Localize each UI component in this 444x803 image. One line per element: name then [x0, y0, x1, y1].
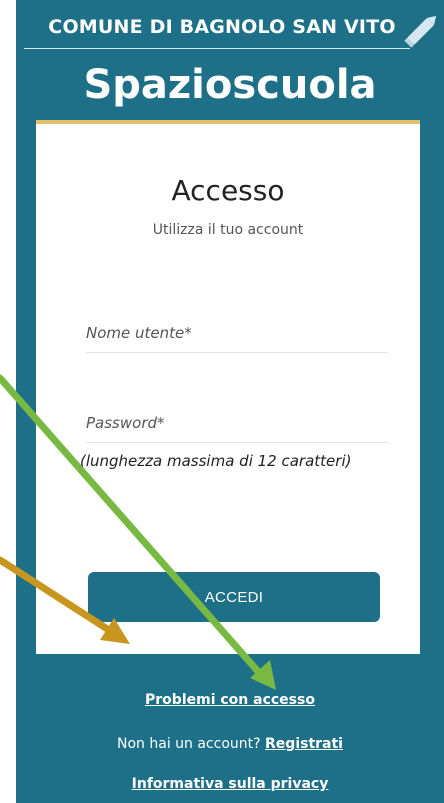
password-hint: (lunghezza massima di 12 caratteri)	[80, 452, 352, 470]
username-placeholder: Nome utente*	[86, 324, 192, 342]
privacy-link[interactable]: Informativa sulla privacy	[132, 776, 329, 792]
privacy-link-row: Informativa sulla privacy	[16, 776, 444, 792]
password-placeholder: Password*	[86, 414, 165, 432]
login-panel: COMUNE DI BAGNOLO SAN VITO Spazioscuola …	[16, 0, 444, 803]
brand-title: Spazioscuola	[83, 62, 377, 108]
problems-link[interactable]: Problemi con accesso	[145, 692, 315, 708]
login-card: Accesso Utilizza il tuo account Nome ute…	[36, 120, 420, 654]
username-field[interactable]: Nome utente*	[86, 318, 388, 353]
login-button[interactable]: ACCEDI	[88, 572, 380, 622]
pencil-icon	[404, 15, 437, 48]
municipality-title: COMUNE DI BAGNOLO SAN VITO	[48, 16, 396, 38]
problems-link-row: Problemi con accesso	[16, 692, 444, 708]
register-row: Non hai un account? Registrati	[16, 736, 444, 752]
header-divider	[24, 48, 410, 49]
register-link[interactable]: Registrati	[265, 736, 343, 752]
login-title: Accesso	[171, 174, 285, 207]
login-subtitle: Utilizza il tuo account	[152, 222, 304, 238]
no-account-text: Non hai un account?	[117, 736, 261, 752]
password-field[interactable]: Password*	[86, 408, 388, 443]
